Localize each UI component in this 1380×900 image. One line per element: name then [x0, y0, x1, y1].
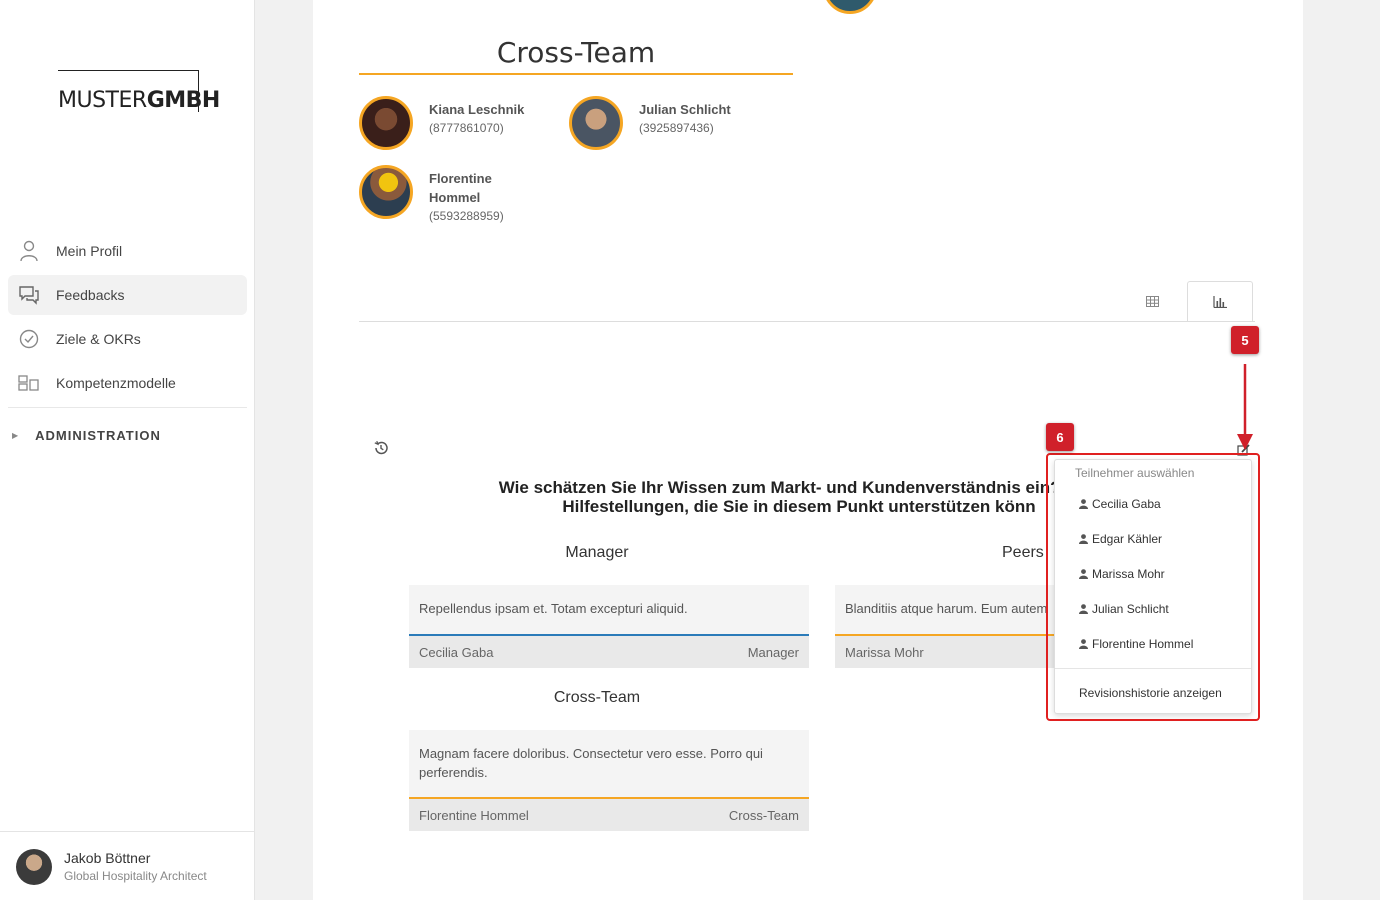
avatar	[823, 0, 877, 14]
table-icon	[1145, 295, 1159, 307]
member-card: Julian Schlicht (3925897436)	[569, 96, 731, 150]
section-title-peers: Peers	[1002, 544, 1044, 561]
annotation-badge: 6	[1046, 423, 1074, 451]
main-content: Cross-Team Kiana Leschnik (8777861070) J…	[313, 0, 1303, 900]
annotation-highlight	[1046, 453, 1260, 721]
avatar	[359, 96, 413, 150]
member-phone: (5593288959)	[429, 209, 504, 223]
feedback-text: Magnam facere doloribus. Consectetur ver…	[409, 730, 809, 799]
section-title-cross-team: Cross-Team	[553, 689, 641, 706]
chat-icon	[18, 284, 40, 306]
feedback-role: Manager	[747, 644, 799, 660]
feedback-role: Cross-Team	[728, 807, 799, 823]
member-card: Kiana Leschnik (8777861070)	[359, 96, 524, 150]
tab-chart-view[interactable]	[1187, 281, 1253, 322]
logo-text: MUSTERGMBH	[58, 88, 220, 113]
group-title: Cross-Team	[496, 36, 656, 69]
avatar	[359, 165, 413, 219]
sidebar-item-label: Kompetenzmodelle	[56, 375, 176, 391]
avatar	[16, 849, 52, 885]
nav-divider	[8, 407, 247, 408]
feedback-text: Repellendus ipsam et. Totam excepturi al…	[409, 585, 809, 636]
main-nav: Mein Profil Feedbacks Ziele & OKRs Kompe…	[8, 231, 247, 407]
admin-label: ADMINISTRATION	[35, 428, 161, 443]
member-name: Hommel	[429, 190, 481, 205]
user-name: Jakob Böttner	[64, 850, 151, 866]
caret-right-icon: ▶	[12, 431, 20, 440]
member-card: Florentine Hommel (5593288959)	[359, 165, 504, 226]
company-logo[interactable]: MUSTERGMBH	[58, 70, 220, 113]
annotation-arrow	[1237, 364, 1253, 450]
check-circle-icon	[18, 328, 40, 350]
member-phone: (3925897436)	[639, 121, 714, 135]
feedback-card-peers: Blanditiis atque harum. Eum autem Mariss…	[835, 585, 1065, 668]
sidebar-item-goals[interactable]: Ziele & OKRs	[8, 319, 247, 359]
annotation-badge: 5	[1231, 326, 1259, 354]
sidebar-item-profile[interactable]: Mein Profil	[8, 231, 247, 271]
tabs-divider	[359, 321, 1255, 322]
sidebar-item-competency-models[interactable]: Kompetenzmodelle	[8, 363, 247, 403]
current-user[interactable]: Jakob Böttner Global Hospitality Archite…	[0, 831, 255, 900]
sidebar-item-label: Ziele & OKRs	[56, 331, 141, 347]
member-name: Kiana Leschnik	[429, 102, 525, 117]
member-name: Florentine	[429, 171, 492, 186]
group-underline	[359, 73, 793, 75]
history-icon[interactable]	[373, 440, 389, 461]
sidebar: MUSTERGMBH Mein Profil Feedbacks Ziele &…	[0, 0, 255, 900]
feedback-footer: Marissa Mohr	[835, 636, 1065, 668]
feedback-author: Marissa Mohr	[845, 644, 924, 660]
tab-table-view[interactable]	[1119, 281, 1185, 321]
feedback-footer: Cecilia Gaba Manager	[409, 636, 809, 668]
section-title-manager: Manager	[565, 544, 629, 561]
grid-icon	[18, 372, 40, 394]
person-icon	[18, 240, 40, 262]
feedback-card-manager: Repellendus ipsam et. Totam excepturi al…	[409, 585, 809, 668]
bar-chart-icon	[1213, 295, 1227, 308]
sidebar-item-label: Feedbacks	[56, 287, 125, 303]
feedback-footer: Florentine Hommel Cross-Team	[409, 799, 809, 831]
sidebar-item-label: Mein Profil	[56, 243, 123, 259]
member-name: Julian Schlicht	[639, 102, 731, 117]
feedback-text: Blanditiis atque harum. Eum autem	[835, 585, 1065, 636]
feedback-author: Cecilia Gaba	[419, 644, 494, 660]
avatar	[569, 96, 623, 150]
sidebar-item-administration[interactable]: ▶ ADMINISTRATION	[12, 428, 161, 443]
member-phone: (8777861070)	[429, 121, 504, 135]
sidebar-item-feedbacks[interactable]: Feedbacks	[8, 275, 247, 315]
feedback-card-cross-team: Magnam facere doloribus. Consectetur ver…	[409, 730, 809, 831]
feedback-author: Florentine Hommel	[419, 807, 529, 823]
user-role: Global Hospitality Architect	[64, 869, 207, 883]
